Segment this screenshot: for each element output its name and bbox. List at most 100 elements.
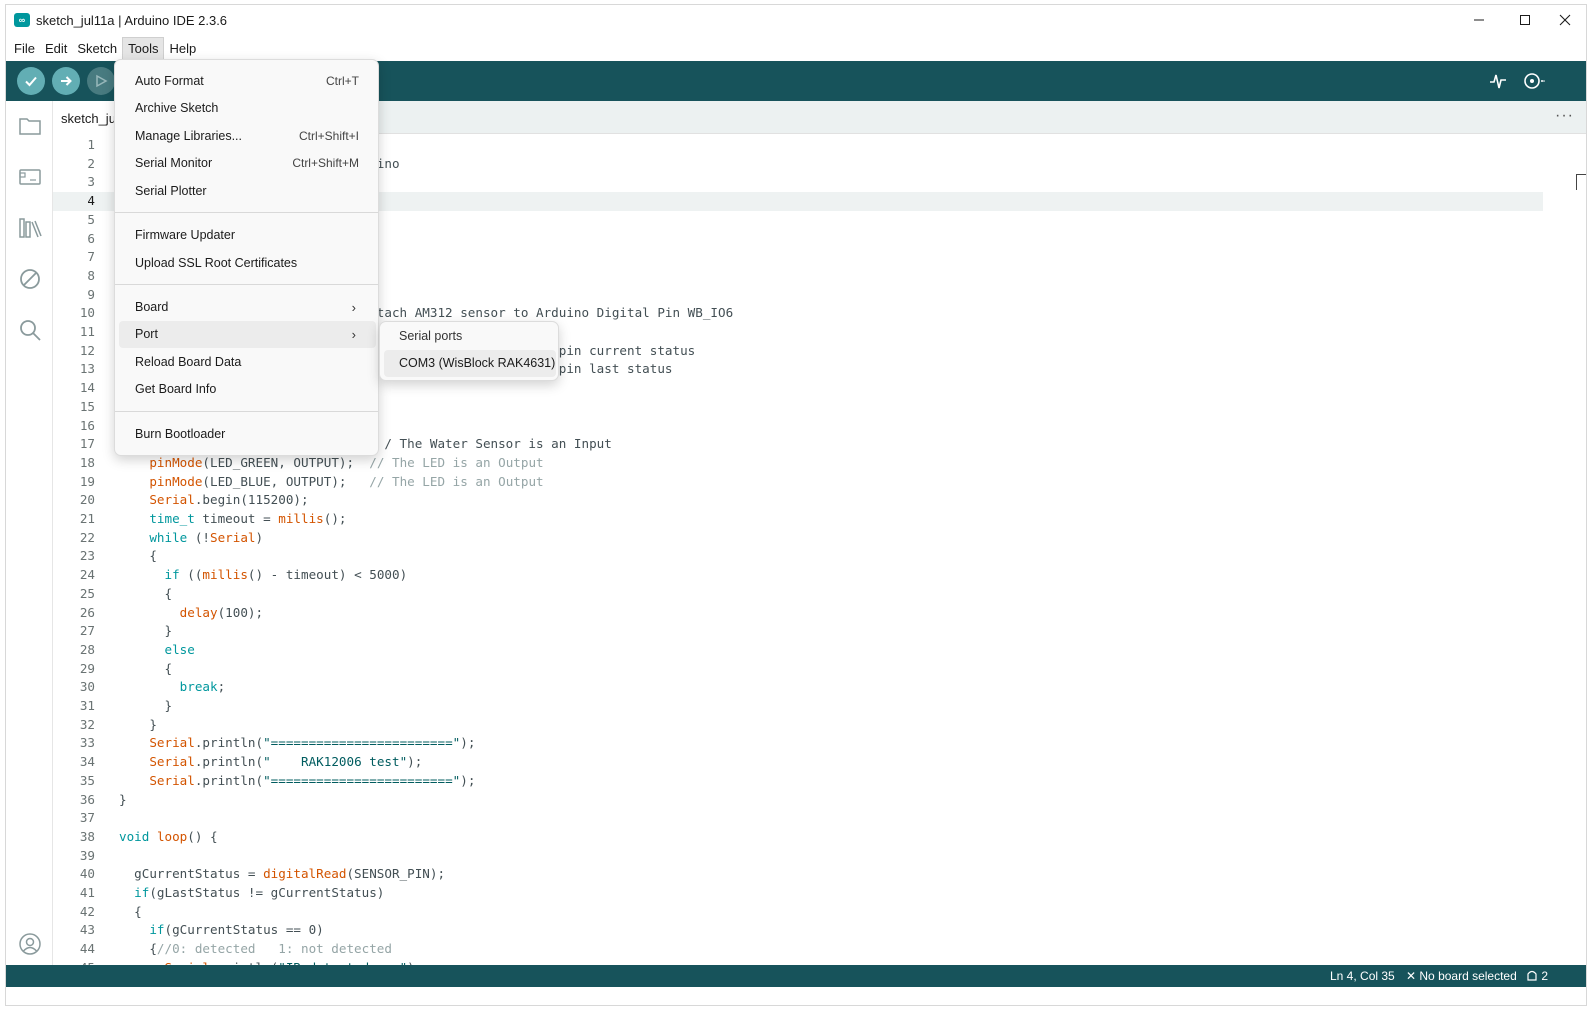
code-line[interactable]: 21 time_t timeout = millis(); <box>53 510 1543 529</box>
code-text: { <box>119 903 142 919</box>
menu-item-serial-plotter[interactable]: Serial Plotter <box>119 178 376 205</box>
line-number: 35 <box>79 772 95 788</box>
line-number: 30 <box>79 679 95 695</box>
port-item-com3[interactable]: COM3 (WisBlock RAK4631) <box>384 350 556 377</box>
code-line[interactable]: 30 break; <box>53 678 1543 697</box>
line-number: 14 <box>79 380 95 396</box>
library-manager-button[interactable] <box>17 215 43 241</box>
serial-plotter-button[interactable] <box>1486 69 1510 93</box>
line-number: 7 <box>87 249 95 265</box>
board-status[interactable]: ✕ No board selected <box>1406 969 1517 983</box>
sketchbook-button[interactable] <box>17 113 43 139</box>
line-number: 44 <box>79 941 95 957</box>
plotter-icon <box>1490 74 1506 89</box>
close-button[interactable] <box>1542 5 1586 35</box>
code-text: time_t timeout = millis(); <box>149 511 347 526</box>
code-line[interactable]: 19 pinMode(LED_BLUE, OUTPUT); // The LED… <box>53 473 1543 492</box>
code-line[interactable]: 36} <box>53 791 1543 810</box>
menu-item-label: Port <box>135 327 158 341</box>
code-line[interactable]: 40 gCurrentStatus = digitalRead(SENSOR_P… <box>53 865 1543 884</box>
code-line[interactable]: 28 else <box>53 641 1543 660</box>
code-text: if(gCurrentStatus == 0) <box>149 922 324 938</box>
code-line[interactable]: 43 if(gCurrentStatus == 0) <box>53 921 1543 940</box>
line-number: 18 <box>79 454 95 470</box>
code-line[interactable]: 27 } <box>53 622 1543 641</box>
menu-item-archive-sketch[interactable]: Archive Sketch <box>119 95 376 122</box>
code-line[interactable]: 39 <box>53 847 1543 866</box>
menu-item-board[interactable]: Board › <box>119 294 376 321</box>
menu-sketch[interactable]: Sketch <box>72 38 122 59</box>
menu-item-label: Firmware Updater <box>135 228 236 242</box>
code-text: void loop() { <box>119 828 218 844</box>
line-number: 43 <box>79 922 95 938</box>
code-line[interactable]: 34 Serial.println(" RAK12006 test"); <box>53 753 1543 772</box>
code-line[interactable]: 44 {//0: detected 1: not detected <box>53 940 1543 959</box>
code-line[interactable]: 33 Serial.println("=====================… <box>53 734 1543 753</box>
verify-button[interactable] <box>17 67 45 95</box>
line-number: 41 <box>79 885 95 900</box>
code-line[interactable]: 18 pinMode(LED_GREEN, OUTPUT); // The LE… <box>53 454 1543 473</box>
line-number: 15 <box>79 398 95 414</box>
menu-help[interactable]: Help <box>164 38 201 59</box>
code-text: } <box>119 623 173 639</box>
search-button[interactable] <box>17 317 43 343</box>
code-line[interactable]: 20 Serial.begin(115200); <box>53 491 1543 510</box>
code-line[interactable]: 38 void loop() { <box>53 828 1543 847</box>
code-line[interactable]: 26 delay(100); <box>53 604 1543 623</box>
line-number: 12 <box>79 342 95 358</box>
menu-item-get-board-info[interactable]: Get Board Info <box>119 376 376 403</box>
menu-item-manage-libraries[interactable]: Manage Libraries... Ctrl+Shift+I <box>119 123 376 150</box>
debug-button[interactable] <box>87 67 115 95</box>
menu-tools[interactable]: Tools <box>122 36 165 60</box>
menu-item-label: Archive Sketch <box>135 101 219 115</box>
code-text: break; <box>179 679 226 695</box>
menu-item-firmware-updater[interactable]: Firmware Updater <box>119 222 376 249</box>
code-line[interactable]: 35 Serial.println("=====================… <box>53 772 1543 791</box>
menu-item-upload-ssl[interactable]: Upload SSL Root Certificates <box>119 250 376 277</box>
tab-more-button[interactable]: ··· <box>1555 107 1574 125</box>
chevron-right-icon: › <box>351 300 356 315</box>
code-line[interactable]: 22 while (!Serial) <box>53 529 1543 548</box>
code-text: { <box>119 660 173 676</box>
code-line[interactable]: 29 { <box>53 660 1543 679</box>
minimize-button[interactable] <box>1456 5 1502 35</box>
code-line[interactable]: 41 if(gLastStatus != gCurrentStatus) <box>53 884 1543 903</box>
code-line[interactable]: 31 } <box>53 697 1543 716</box>
menu-edit[interactable]: Edit <box>40 38 72 59</box>
line-number: 6 <box>87 230 95 246</box>
code-text: pinMode(LED_BLUE, OUTPUT); // The LED is… <box>149 473 544 489</box>
upload-button[interactable] <box>52 67 80 95</box>
menu-item-label: Upload SSL Root Certificates <box>135 256 298 270</box>
line-number: 26 <box>79 604 95 620</box>
menu-item-burn-bootloader[interactable]: Burn Bootloader <box>119 421 376 448</box>
code-text: { <box>119 585 173 601</box>
serial-monitor-button[interactable] <box>1522 69 1546 93</box>
account-button[interactable] <box>17 931 43 957</box>
menu-item-serial-monitor[interactable]: Serial Monitor Ctrl+Shift+M <box>119 150 376 177</box>
code-text: else <box>164 641 195 657</box>
code-text: } <box>119 716 157 732</box>
code-line[interactable]: 32 } <box>53 716 1543 735</box>
shortcut-label: Ctrl+T <box>326 74 359 88</box>
menu-item-auto-format[interactable]: Auto Format Ctrl+T <box>119 68 376 95</box>
line-number: 19 <box>79 473 95 489</box>
line-number: 24 <box>79 567 95 583</box>
code-line[interactable]: 23 { <box>53 547 1543 566</box>
menu-file[interactable]: File <box>9 38 40 59</box>
debug-panel-button[interactable] <box>17 266 43 292</box>
menu-item-label: Get Board Info <box>135 382 217 396</box>
title-bar: ∞ sketch_jul11a | Arduino IDE 2.3.6 <box>6 5 1586 35</box>
code-line[interactable]: 24 if ((millis() - timeout) < 5000) <box>53 566 1543 585</box>
code-line[interactable]: 25 { <box>53 585 1543 604</box>
code-text: delay(100); <box>179 604 264 620</box>
code-line[interactable]: 37 <box>53 809 1543 828</box>
menu-item-reload-board-data[interactable]: Reload Board Data <box>119 349 376 376</box>
boards-manager-button[interactable] <box>17 164 43 190</box>
code-line[interactable]: 42 { <box>53 903 1543 922</box>
cursor-position[interactable]: Ln 4, Col 35 <box>1330 969 1395 983</box>
menu-item-port[interactable]: Port › <box>119 321 376 348</box>
line-number: 17 <box>79 436 95 452</box>
code-text: Serial.println("========================… <box>149 772 476 788</box>
notifications-button[interactable]: 2 <box>1526 969 1548 983</box>
code-text: } <box>119 698 173 713</box>
